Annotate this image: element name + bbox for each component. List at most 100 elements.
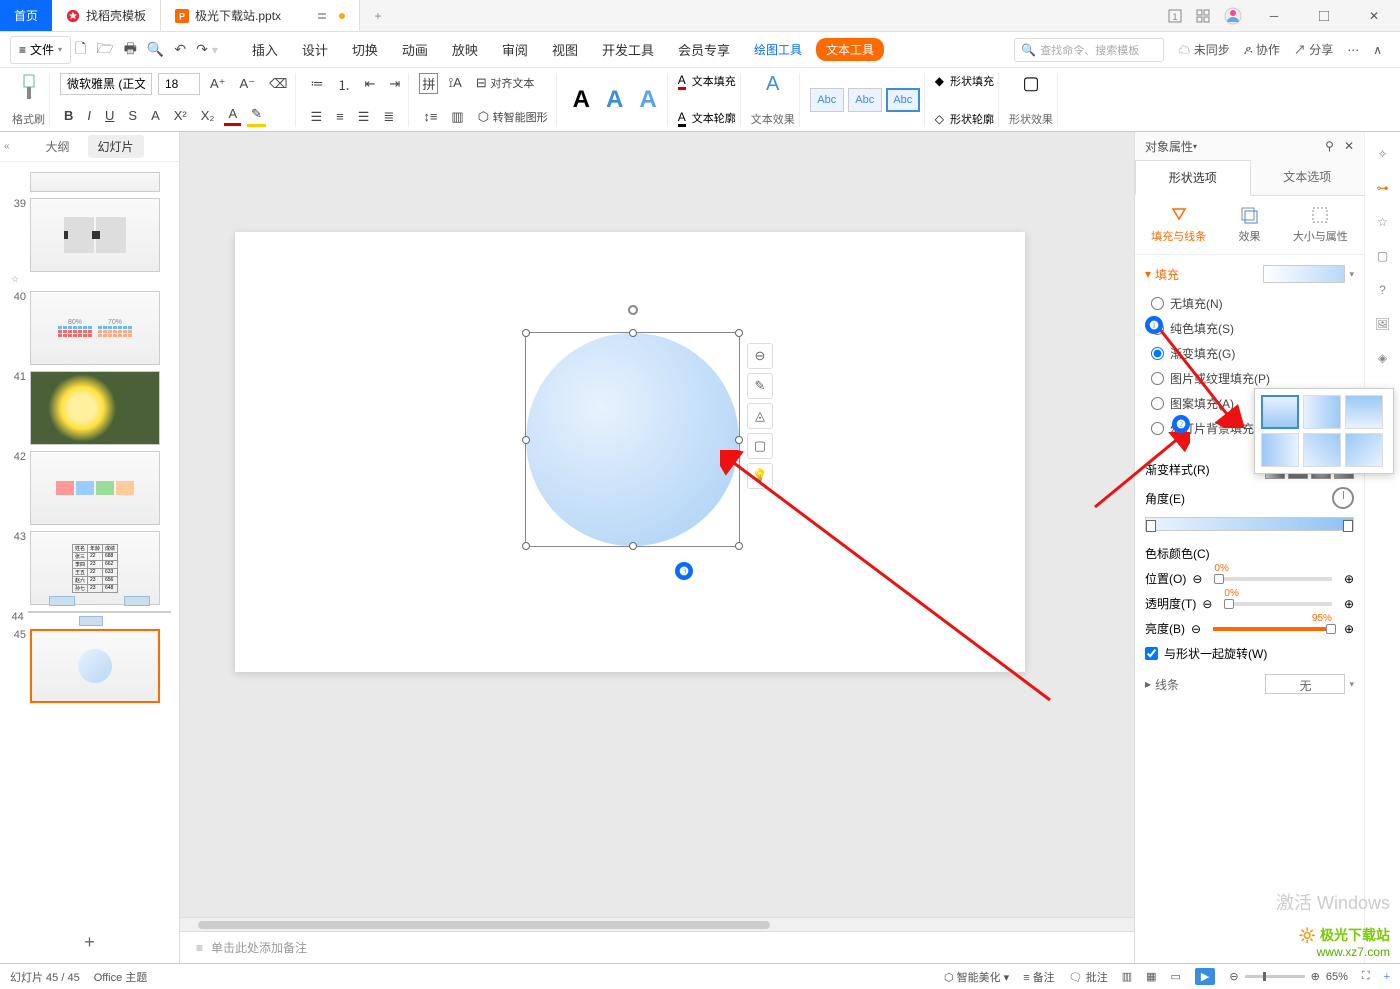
selected-shape[interactable]: ⊖ ✎ ◬ ▢ 💡 — [525, 332, 740, 547]
menu-insert[interactable]: 插入 — [242, 36, 288, 63]
slide-thumb-44[interactable] — [28, 611, 171, 613]
resize-handle-s[interactable] — [629, 542, 637, 550]
shape-style-2[interactable]: Abc — [848, 88, 882, 112]
rail-magic-icon[interactable]: ✧ — [1373, 144, 1393, 164]
qat-undo-icon[interactable]: ↶ — [174, 41, 186, 58]
view-reading-icon[interactable]: ▭ — [1171, 970, 1181, 983]
template-tab[interactable]: 找稻壳模板 — [52, 0, 161, 31]
resize-handle-w[interactable] — [522, 436, 530, 444]
decrease-font-icon[interactable]: A⁻ — [236, 74, 260, 94]
font-style-button[interactable]: A — [147, 106, 164, 125]
notes-button[interactable]: ≡ 备注 — [1023, 969, 1054, 985]
file-tab[interactable]: P 极光下载站.pptx — [161, 0, 360, 31]
share-button[interactable]: ↗ 分享 — [1294, 41, 1333, 58]
underline-button[interactable]: U — [101, 106, 118, 125]
slide-thumb-38[interactable] — [30, 172, 160, 192]
zoom-in-icon[interactable]: ⊕ — [1311, 970, 1320, 983]
circle-shape[interactable] — [526, 333, 739, 546]
clear-format-icon[interactable]: ⌫ — [265, 74, 291, 94]
bold-button[interactable]: B — [60, 106, 77, 125]
columns-button[interactable]: ▥ — [447, 107, 467, 127]
maximize-button[interactable] — [1306, 0, 1342, 32]
font-color-button[interactable]: A — [224, 104, 241, 126]
italic-button[interactable]: I — [83, 106, 95, 125]
shape-outline-button[interactable]: 形状轮廓 — [950, 111, 994, 127]
shape-style-1[interactable]: Abc — [810, 88, 844, 112]
grad-preset-3[interactable] — [1345, 395, 1383, 429]
rotate-handle[interactable] — [628, 305, 638, 315]
slide-canvas[interactable]: ⊖ ✎ ◬ ▢ 💡 — [235, 232, 1025, 672]
bright-plus-icon[interactable]: ⊕ — [1344, 622, 1354, 636]
float-fill-icon[interactable]: ◬ — [747, 403, 773, 429]
numbering-button[interactable]: ⒈ — [333, 73, 354, 96]
no-fill-radio[interactable]: 无填充(N) — [1145, 291, 1354, 316]
menu-animation[interactable]: 动画 — [392, 36, 438, 63]
line-spacing-button[interactable]: ↕≡ — [419, 107, 441, 126]
slide-thumb-39[interactable] — [30, 198, 160, 272]
rail-image-icon[interactable]: 🖼 — [1373, 314, 1393, 334]
trans-plus-icon[interactable]: ⊕ — [1344, 597, 1354, 611]
font-size-select[interactable] — [158, 73, 200, 95]
slide-thumb-42[interactable] — [30, 451, 160, 525]
qat-save-icon[interactable]: 🗋 — [75, 38, 86, 62]
resize-handle-sw[interactable] — [522, 542, 530, 550]
rail-slide-icon[interactable]: ▢ — [1373, 246, 1393, 266]
menu-design[interactable]: 设计 — [292, 36, 338, 63]
effect-subtab[interactable]: 效果 — [1238, 206, 1260, 244]
pos-minus-icon[interactable]: ⊖ — [1192, 572, 1202, 586]
trans-minus-icon[interactable]: ⊖ — [1202, 597, 1212, 611]
grid-icon[interactable] — [1196, 9, 1210, 23]
menu-view[interactable]: 视图 — [542, 36, 588, 63]
shape-options-tab[interactable]: 形状选项 — [1135, 160, 1251, 196]
view-normal-icon[interactable]: ▥ — [1122, 970, 1132, 983]
resize-handle-nw[interactable] — [522, 329, 530, 337]
wordart-style-1[interactable]: A — [567, 86, 596, 114]
strike-button[interactable]: S — [124, 106, 141, 125]
pin-icon[interactable]: ⚲ — [1325, 139, 1334, 153]
indent-right-button[interactable]: ⇥ — [385, 74, 404, 94]
indent-left-button[interactable]: ⇤ — [361, 74, 380, 94]
subscript-button[interactable]: X₂ — [197, 106, 219, 125]
rotate-with-shape-checkbox[interactable]: 与形状一起旋转(W) — [1145, 641, 1354, 666]
search-input[interactable]: 🔍 查找命令、搜索模板 — [1014, 38, 1164, 62]
align-right-button[interactable]: ☰ — [354, 107, 374, 127]
qat-print-icon[interactable]: 🖶 — [124, 38, 137, 62]
text-outline-button[interactable]: 文本轮廓 — [692, 110, 736, 126]
menu-review[interactable]: 审阅 — [492, 36, 538, 63]
avatar-icon[interactable] — [1224, 7, 1242, 25]
text-effect-icon[interactable]: A — [766, 73, 779, 96]
grad-preset-4[interactable] — [1261, 433, 1299, 467]
color-stop-right[interactable] — [1343, 520, 1353, 532]
grad-preset-6[interactable] — [1345, 433, 1383, 467]
highlight-button[interactable]: ✎ — [247, 104, 266, 127]
add-slide-button[interactable]: + — [0, 922, 179, 963]
align-left-button[interactable]: ☰ — [306, 107, 326, 127]
wordart-style-3[interactable]: A — [633, 86, 662, 114]
slides-tab[interactable]: 幻灯片 — [88, 135, 144, 158]
view-sorter-icon[interactable]: ▦ — [1146, 970, 1156, 983]
new-tab-button[interactable]: + — [366, 0, 390, 31]
float-idea-icon[interactable]: 💡 — [747, 463, 773, 489]
view-slideshow-icon[interactable]: ▶ — [1195, 968, 1215, 985]
rail-location-icon[interactable]: ◈ — [1373, 348, 1393, 368]
text-direction-button[interactable]: ⟟A — [444, 73, 466, 93]
resize-handle-n[interactable] — [629, 329, 637, 337]
resize-handle-e[interactable] — [735, 436, 743, 444]
collab-button[interactable]: ዶ 协作 — [1244, 41, 1280, 58]
slide-thumb-41[interactable] — [30, 371, 160, 445]
qat-redo-icon[interactable]: ↷ — [196, 41, 208, 58]
line-style-select[interactable]: 无 — [1265, 674, 1345, 694]
transparency-slider[interactable]: 0% — [1224, 602, 1332, 606]
line-section-header[interactable]: ▸ 线条 无▾ — [1145, 674, 1354, 694]
menu-devtools[interactable]: 开发工具 — [592, 36, 664, 63]
smart-beautify-button[interactable]: ⬡ 智能美化 ▾ — [944, 969, 1009, 985]
format-painter-icon[interactable] — [18, 73, 40, 101]
comments-button[interactable]: 🗨 批注 — [1069, 969, 1108, 985]
slide-thumb-43[interactable]: 姓名年龄成绩张三22688李四23662王五22633赵六23656孙七2364… — [30, 531, 160, 605]
rail-help-icon[interactable]: ? — [1373, 280, 1393, 300]
shape-style-3[interactable]: Abc — [886, 88, 920, 112]
pos-plus-icon[interactable]: ⊕ — [1344, 572, 1354, 586]
tab-list-icon[interactable] — [317, 11, 327, 21]
font-select[interactable] — [60, 73, 152, 95]
position-slider[interactable]: 0% — [1214, 577, 1332, 581]
